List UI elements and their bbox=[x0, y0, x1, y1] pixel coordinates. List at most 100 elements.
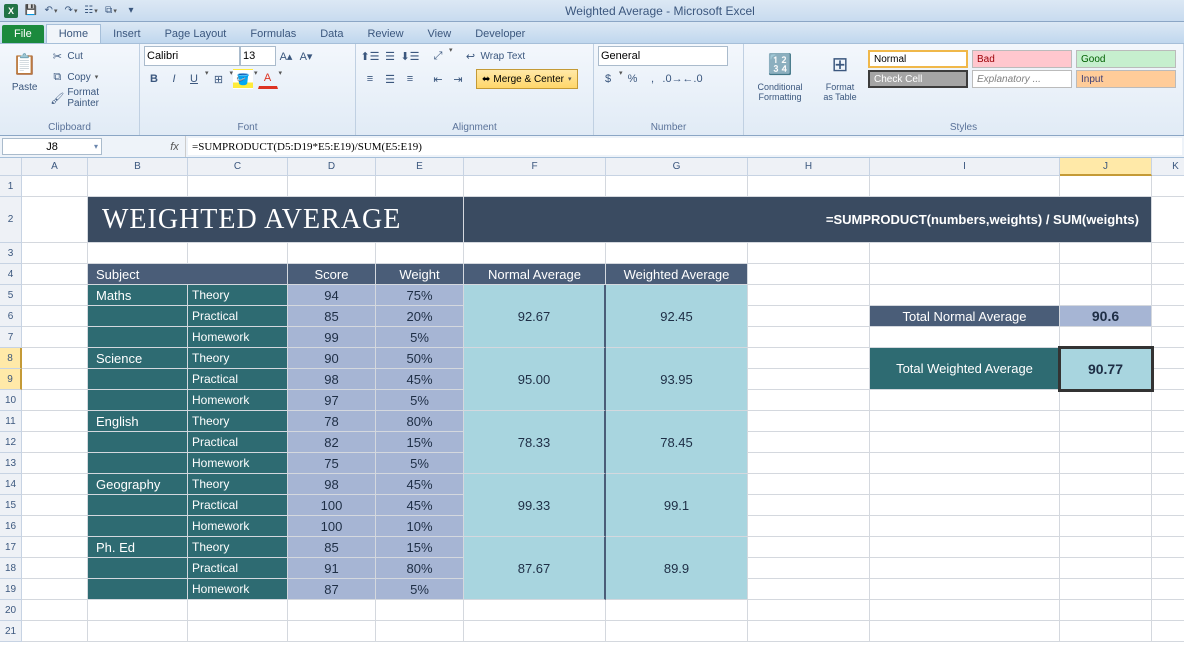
cell-K6[interactable] bbox=[1152, 306, 1184, 327]
cell-C20[interactable] bbox=[188, 600, 288, 621]
summary-weighted-label[interactable]: Total Weighted Average bbox=[870, 348, 1060, 390]
score[interactable]: 100 bbox=[288, 495, 376, 516]
score[interactable]: 82 bbox=[288, 432, 376, 453]
subject-blank[interactable] bbox=[88, 558, 188, 579]
cell-A10[interactable] bbox=[22, 390, 88, 411]
col-header-D[interactable]: D bbox=[288, 158, 376, 176]
weighted-avg[interactable]: 92.45 bbox=[606, 285, 748, 348]
font-size-select[interactable] bbox=[240, 46, 276, 66]
normal-avg[interactable]: 87.67 bbox=[464, 537, 606, 600]
score[interactable]: 98 bbox=[288, 474, 376, 495]
cell-D21[interactable] bbox=[288, 621, 376, 642]
increase-indent-icon[interactable]: ⇥ bbox=[448, 69, 468, 89]
weighted-avg[interactable]: 78.45 bbox=[606, 411, 748, 474]
type-Homework[interactable]: Homework bbox=[188, 516, 288, 537]
align-center-icon[interactable]: ☰ bbox=[380, 69, 400, 89]
cell-I20[interactable] bbox=[870, 600, 1060, 621]
cell-I14[interactable] bbox=[870, 474, 1060, 495]
cut-button[interactable]: ✂Cut bbox=[47, 46, 135, 66]
summary-normal-value[interactable]: 90.6 bbox=[1060, 306, 1152, 327]
col-header-J[interactable]: J bbox=[1060, 158, 1152, 176]
subject-Ph. Ed[interactable]: Ph. Ed bbox=[88, 537, 188, 558]
cell-I10[interactable] bbox=[870, 390, 1060, 411]
tab-page-layout[interactable]: Page Layout bbox=[153, 25, 239, 43]
cell-J3[interactable] bbox=[1060, 243, 1152, 264]
cell-H15[interactable] bbox=[748, 495, 870, 516]
row-header-18[interactable]: 18 bbox=[0, 558, 22, 579]
cell-J12[interactable] bbox=[1060, 432, 1152, 453]
row-header-8[interactable]: 8 bbox=[0, 348, 22, 369]
type-Theory[interactable]: Theory bbox=[188, 474, 288, 495]
style-normal[interactable]: Normal bbox=[868, 50, 968, 68]
subject-Maths[interactable]: Maths bbox=[88, 285, 188, 306]
cell-A17[interactable] bbox=[22, 537, 88, 558]
cell-J21[interactable] bbox=[1060, 621, 1152, 642]
cell-K1[interactable] bbox=[1152, 176, 1184, 197]
tab-formulas[interactable]: Formulas bbox=[238, 25, 308, 43]
cell-K15[interactable] bbox=[1152, 495, 1184, 516]
cell-F21[interactable] bbox=[464, 621, 606, 642]
cell-A9[interactable] bbox=[22, 369, 88, 390]
title-banner[interactable]: WEIGHTED AVERAGE bbox=[88, 197, 464, 243]
subject-blank[interactable] bbox=[88, 453, 188, 474]
cell-E1[interactable] bbox=[376, 176, 464, 197]
cell-H14[interactable] bbox=[748, 474, 870, 495]
cell-I21[interactable] bbox=[870, 621, 1060, 642]
weighted-avg[interactable]: 99.1 bbox=[606, 474, 748, 537]
col-header-F[interactable]: F bbox=[464, 158, 606, 176]
row-header-3[interactable]: 3 bbox=[0, 243, 22, 264]
cell-K5[interactable] bbox=[1152, 285, 1184, 306]
type-Theory[interactable]: Theory bbox=[188, 285, 288, 306]
comma-icon[interactable]: , bbox=[643, 69, 663, 89]
decrease-decimal-icon[interactable]: ←.0 bbox=[683, 69, 703, 89]
subject-blank[interactable] bbox=[88, 369, 188, 390]
subject-blank[interactable] bbox=[88, 495, 188, 516]
row-header-4[interactable]: 4 bbox=[0, 264, 22, 285]
fx-icon[interactable]: fx bbox=[164, 136, 186, 157]
cell-G21[interactable] bbox=[606, 621, 748, 642]
type-Practical[interactable]: Practical bbox=[188, 306, 288, 327]
row-header-7[interactable]: 7 bbox=[0, 327, 22, 348]
cell-C3[interactable] bbox=[188, 243, 288, 264]
cell-K18[interactable] bbox=[1152, 558, 1184, 579]
type-Practical[interactable]: Practical bbox=[188, 369, 288, 390]
border-button[interactable]: ⊞ bbox=[209, 69, 229, 89]
score[interactable]: 99 bbox=[288, 327, 376, 348]
cell-B3[interactable] bbox=[88, 243, 188, 264]
cell-H16[interactable] bbox=[748, 516, 870, 537]
tab-home[interactable]: Home bbox=[46, 24, 101, 43]
decrease-indent-icon[interactable]: ⇤ bbox=[428, 69, 448, 89]
cell-A20[interactable] bbox=[22, 600, 88, 621]
increase-font-icon[interactable]: A▴ bbox=[276, 46, 296, 66]
cell-H3[interactable] bbox=[748, 243, 870, 264]
cell-K2[interactable] bbox=[1152, 197, 1184, 243]
row-header-17[interactable]: 17 bbox=[0, 537, 22, 558]
weight[interactable]: 45% bbox=[376, 495, 464, 516]
merge-center-button[interactable]: ⬌Merge & Center▾ bbox=[476, 69, 578, 89]
conditional-formatting-button[interactable]: 🔢 Conditional Formatting bbox=[748, 46, 812, 104]
weight[interactable]: 15% bbox=[376, 537, 464, 558]
row-header-14[interactable]: 14 bbox=[0, 474, 22, 495]
cell-H13[interactable] bbox=[748, 453, 870, 474]
tab-data[interactable]: Data bbox=[308, 25, 355, 43]
qat-customize-icon[interactable]: ▾ bbox=[122, 2, 140, 20]
col-header-E[interactable]: E bbox=[376, 158, 464, 176]
cell-A2[interactable] bbox=[22, 197, 88, 243]
type-Homework[interactable]: Homework bbox=[188, 327, 288, 348]
cell-A8[interactable] bbox=[22, 348, 88, 369]
row-header-21[interactable]: 21 bbox=[0, 621, 22, 642]
weighted-avg[interactable]: 89.9 bbox=[606, 537, 748, 600]
cell-H5[interactable] bbox=[748, 285, 870, 306]
subject-blank[interactable] bbox=[88, 390, 188, 411]
cell-H10[interactable] bbox=[748, 390, 870, 411]
type-Practical[interactable]: Practical bbox=[188, 558, 288, 579]
summary-normal-label[interactable]: Total Normal Average bbox=[870, 306, 1060, 327]
cell-I4[interactable] bbox=[870, 264, 1060, 285]
style-input[interactable]: Input bbox=[1076, 70, 1176, 88]
cells-area[interactable]: WEIGHTED AVERAGE=SUMPRODUCT(numbers,weig… bbox=[22, 176, 1184, 642]
weight[interactable]: 5% bbox=[376, 327, 464, 348]
cell-K13[interactable] bbox=[1152, 453, 1184, 474]
cell-K8[interactable] bbox=[1152, 348, 1184, 369]
weight[interactable]: 15% bbox=[376, 432, 464, 453]
cell-H4[interactable] bbox=[748, 264, 870, 285]
